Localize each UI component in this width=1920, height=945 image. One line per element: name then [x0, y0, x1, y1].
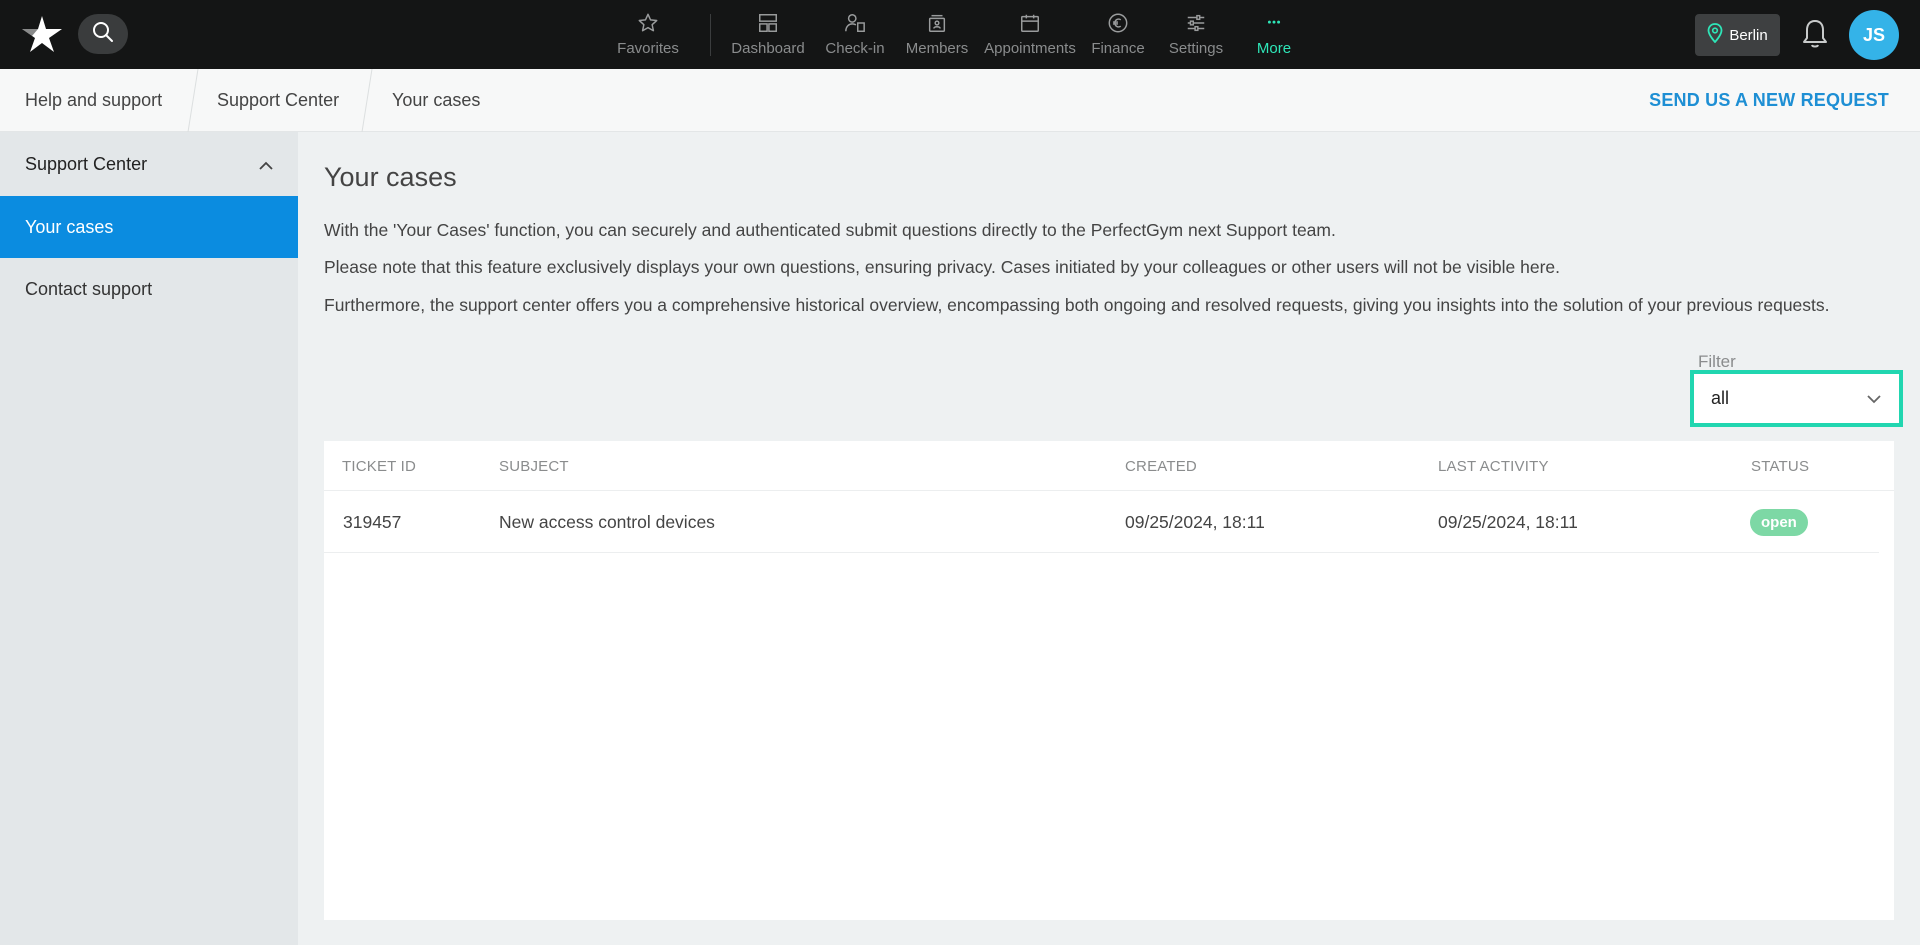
- sidebar-item-your-cases[interactable]: Your cases: [0, 196, 298, 258]
- sliders-icon: [1185, 10, 1207, 36]
- chevron-down-icon: [1867, 388, 1881, 409]
- cell-status: open: [1750, 491, 1808, 553]
- column-header-ticket-id[interactable]: TICKET ID: [342, 441, 416, 491]
- status-badge: open: [1750, 508, 1808, 536]
- column-header-created[interactable]: CREATED: [1125, 441, 1197, 491]
- notifications-bell-icon[interactable]: [1800, 18, 1830, 50]
- breadcrumb: Help and support Support Center Your cas…: [0, 69, 1920, 132]
- chevron-up-icon: [259, 154, 273, 175]
- user-avatar[interactable]: JS: [1849, 10, 1899, 60]
- nav-finance[interactable]: Finance: [1083, 0, 1153, 69]
- location-pin-icon: [1707, 23, 1723, 47]
- column-header-status[interactable]: STATUS: [1751, 441, 1809, 491]
- sidebar: Support Center Your cases Contact suppor…: [0, 132, 298, 945]
- location-label: Berlin: [1729, 26, 1768, 44]
- page-title: Your cases: [324, 162, 457, 192]
- top-navigation-bar: Favorites Dashboard Check-in Members App…: [0, 0, 1920, 69]
- column-header-last-activity[interactable]: LAST ACTIVITY: [1438, 441, 1549, 491]
- breadcrumb-support-center[interactable]: Support Center: [217, 69, 339, 132]
- nav-settings[interactable]: Settings: [1153, 0, 1239, 69]
- search-button[interactable]: [78, 14, 128, 54]
- sidebar-item-label: Contact support: [25, 278, 153, 299]
- euro-icon: [1107, 10, 1129, 36]
- nav-favorites[interactable]: Favorites: [606, 0, 690, 69]
- filter-selected-value: all: [1711, 388, 1730, 408]
- nav-label: More: [1256, 40, 1292, 57]
- cell-last-activity: 09/25/2024, 18:11: [1438, 511, 1578, 532]
- members-icon: [926, 10, 948, 36]
- nav-dashboard[interactable]: Dashboard: [723, 0, 813, 69]
- star-icon: [637, 10, 659, 36]
- sidebar-section-label: Support Center: [25, 153, 148, 174]
- description-paragraph: With the 'Your Cases' function, you can …: [324, 220, 1336, 240]
- nav-label: Appointments: [984, 40, 1076, 57]
- nav-label: Finance: [1091, 40, 1145, 57]
- nav-label: Dashboard: [731, 40, 805, 57]
- main-nav: Favorites Dashboard Check-in Members App…: [606, 0, 1309, 69]
- nav-check-in[interactable]: Check-in: [813, 0, 897, 69]
- more-dots-icon: [1263, 10, 1285, 36]
- send-new-request-link[interactable]: SEND US A NEW REQUEST: [1649, 69, 1889, 132]
- check-in-icon: [844, 10, 866, 36]
- calendar-icon: [1019, 10, 1041, 36]
- cell-created: 09/25/2024, 18:11: [1125, 511, 1265, 532]
- filter-select[interactable]: all: [1690, 370, 1903, 427]
- sidebar-section-support-center[interactable]: Support Center: [0, 132, 298, 196]
- nav-divider: [710, 14, 711, 56]
- cell-subject: New access control devices: [499, 511, 715, 532]
- column-header-subject[interactable]: SUBJECT: [499, 441, 569, 491]
- nav-label: Members: [905, 40, 969, 57]
- nav-label: Favorites: [617, 40, 679, 57]
- description-paragraph: Please note that this feature exclusivel…: [324, 257, 1561, 277]
- breadcrumb-separator: [361, 69, 373, 132]
- breadcrumb-help-and-support[interactable]: Help and support: [25, 69, 162, 132]
- breadcrumb-your-cases: Your cases: [392, 90, 481, 110]
- nav-label: Settings: [1168, 40, 1224, 57]
- table-row[interactable]: 319457 New access control devices 09/25/…: [324, 491, 1879, 553]
- dashboard-icon: [757, 10, 779, 36]
- nav-members[interactable]: Members: [897, 0, 977, 69]
- nav-appointments[interactable]: Appointments: [977, 0, 1083, 69]
- cases-table: TICKET ID SUBJECT CREATED LAST ACTIVITY …: [324, 441, 1894, 920]
- location-selector[interactable]: Berlin: [1695, 14, 1780, 56]
- perfectgym-logo-icon[interactable]: [20, 14, 64, 54]
- description-paragraph: Furthermore, the support center offers y…: [324, 295, 1830, 315]
- table-header: TICKET ID SUBJECT CREATED LAST ACTIVITY …: [324, 441, 1894, 491]
- cell-ticket-id: 319457: [343, 511, 402, 532]
- nav-label: Check-in: [825, 40, 885, 57]
- breadcrumb-separator: [187, 69, 199, 132]
- main-content: Your cases With the 'Your Cases' functio…: [324, 132, 1903, 945]
- filter-label: Filter: [1698, 352, 1736, 371]
- nav-more[interactable]: More: [1239, 0, 1309, 69]
- sidebar-item-contact-support[interactable]: Contact support: [0, 258, 298, 320]
- search-icon: [92, 21, 114, 48]
- sidebar-item-label: Your cases: [25, 216, 114, 237]
